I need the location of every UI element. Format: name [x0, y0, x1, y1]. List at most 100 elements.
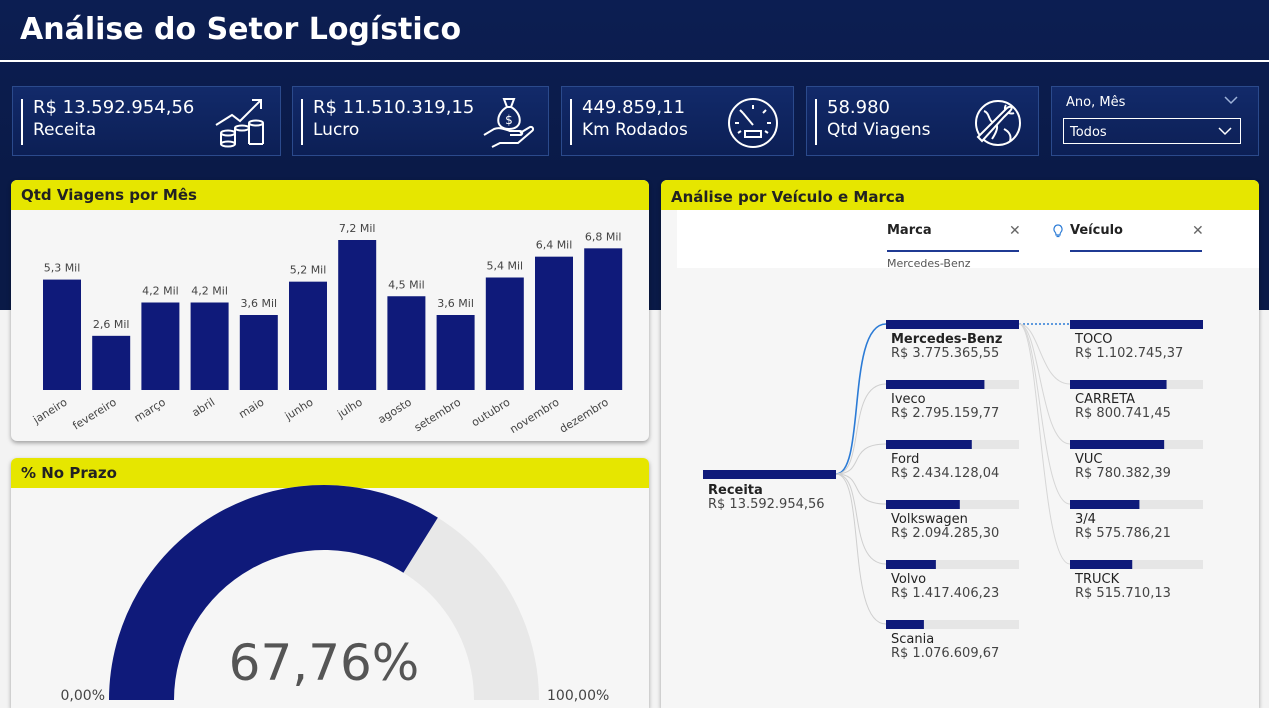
vehicle-node-value: R$ 1.102.745,37 — [1075, 346, 1183, 361]
bar[interactable] — [239, 315, 278, 390]
bar[interactable] — [190, 302, 229, 391]
vehicle-node-name: CARRETA — [1075, 392, 1135, 407]
gauge-chart: 67,76% 0,00% 100,00% — [61, 485, 609, 704]
gauge-max-label: 100,00% — [547, 688, 609, 704]
x-tick-label: abril — [190, 396, 218, 420]
kpi-accent-bar — [21, 99, 23, 145]
filter-selected-value: Todos — [1070, 125, 1107, 140]
brand-node-bar[interactable] — [886, 560, 936, 569]
globe-plane-icon — [975, 100, 1021, 146]
data-label: 3,6 Mil — [437, 297, 474, 310]
x-tick-label: fevereiro — [70, 395, 119, 432]
x-tick-label: novembro — [507, 395, 561, 436]
kpi-value: R$ 13.592.954,56 — [33, 97, 195, 118]
brand-node-bar[interactable] — [886, 500, 960, 509]
brand-node-value: R$ 3.775.365,55 — [891, 346, 999, 361]
bar[interactable] — [141, 302, 180, 391]
panel-no-prazo: % No Prazo 67,76% 0,00% 100,00% — [11, 458, 649, 708]
kpi-accent-bar — [815, 99, 817, 145]
data-label: 5,2 Mil — [290, 264, 327, 277]
bar[interactable] — [485, 277, 524, 391]
data-label: 4,2 Mil — [142, 285, 179, 298]
vehicle-node-value: R$ 780.382,39 — [1075, 466, 1171, 481]
chevron-down-icon[interactable] — [1224, 95, 1238, 105]
filter-dropdown[interactable]: Todos — [1063, 118, 1241, 144]
tree-connector — [835, 383, 887, 475]
bar[interactable] — [43, 279, 81, 390]
money-growth-icon — [215, 99, 264, 148]
gauge-value: 67,76% — [229, 634, 420, 692]
kpi-label: Qtd Viagens — [827, 120, 931, 140]
x-tick-label: outubro — [469, 395, 513, 429]
bar[interactable] — [535, 256, 573, 390]
brand-node-value: R$ 2.434.128,04 — [891, 466, 999, 481]
brand-node-bar[interactable] — [886, 620, 924, 629]
x-tick-label: setembro — [412, 395, 463, 434]
kpi-label: Receita — [33, 120, 97, 140]
bar[interactable] — [289, 281, 327, 390]
data-label: 3,6 Mil — [241, 297, 278, 310]
vehicle-node-bar[interactable] — [1070, 500, 1140, 509]
kpi-card-lucro: R$ 11.510.319,15 Lucro $ — [292, 86, 549, 156]
tree-root-value: R$ 13.592.954,56 — [708, 497, 825, 512]
money-bag-hand-icon: $ — [483, 98, 535, 148]
bar-chart: 5,3 Mil janeiro 2,6 Mil fevereiro 4,2 Mil mar… — [30, 222, 623, 436]
brand-node-name: Volkswagen — [891, 512, 968, 527]
x-tick-label: março — [132, 395, 168, 424]
brand-node-name: Volvo — [891, 572, 926, 587]
speedometer-icon — [728, 98, 778, 148]
panel-analise-veiculo-marca: Análise por Veículo e Marca Marca ✕ Merc… — [661, 180, 1259, 708]
vehicle-node-name: VUC — [1075, 452, 1103, 467]
bar[interactable] — [338, 240, 377, 390]
tree-connector — [835, 473, 887, 625]
kpi-accent-bar — [570, 99, 572, 145]
data-label: 6,4 Mil — [536, 239, 573, 252]
bar[interactable] — [436, 315, 475, 390]
brand-node-value: R$ 2.094.285,30 — [891, 526, 999, 541]
vehicle-node-bar[interactable] — [1070, 440, 1165, 449]
svg-text:$: $ — [505, 113, 513, 127]
brand-node-name: Mercedes-Benz — [891, 332, 1003, 347]
data-label: 4,5 Mil — [388, 278, 425, 291]
tree-connector — [835, 473, 887, 565]
brand-node-bar[interactable] — [886, 440, 972, 449]
bar[interactable] — [92, 335, 131, 390]
filter-ano-mes: Ano, Mês Todos — [1051, 86, 1259, 156]
brand-node-name: Ford — [891, 452, 919, 467]
chevron-down-icon — [1218, 127, 1232, 136]
brand-node-name: Scania — [891, 632, 934, 647]
vehicle-node-name: TOCO — [1074, 332, 1112, 347]
kpi-value: 58.980 — [827, 97, 890, 118]
data-label: 4,2 Mil — [191, 285, 228, 298]
x-tick-label: julho — [334, 395, 365, 421]
brand-node-value: R$ 2.795.159,77 — [891, 406, 999, 421]
vehicle-node-value: R$ 575.786,21 — [1075, 526, 1171, 541]
data-label: 5,3 Mil — [44, 262, 81, 275]
header: Análise do Setor Logístico — [0, 0, 1269, 62]
kpi-label: Km Rodados — [582, 120, 688, 140]
panel-viagens-por-mes: Qtd Viagens por Mês 5,3 Mil janeiro 2,6 Mi… — [11, 180, 649, 441]
vehicle-node-name: TRUCK — [1074, 572, 1120, 587]
decomposition-tree: ReceitaR$ 13.592.954,56 Mercedes-BenzR$ 3… — [703, 320, 1203, 661]
vehicle-node-bar[interactable] — [1070, 380, 1167, 389]
filter-label: Ano, Mês — [1066, 95, 1126, 110]
page-title: Análise do Setor Logístico — [20, 12, 462, 47]
bar[interactable] — [584, 248, 623, 390]
kpi-card-viagens: 58.980 Qtd Viagens — [806, 86, 1039, 156]
kpi-value: R$ 11.510.319,15 — [313, 97, 475, 118]
kpi-accent-bar — [301, 99, 303, 145]
tree-connector — [1018, 323, 1071, 445]
tree-connector — [835, 323, 887, 475]
tree-root-bar[interactable] — [703, 470, 836, 479]
gauge-min-label: 0,00% — [61, 688, 105, 704]
brand-node-bar[interactable] — [886, 380, 985, 389]
data-label: 5,4 Mil — [487, 260, 524, 273]
brand-node-bar[interactable] — [886, 320, 1019, 329]
vehicle-node-name: 3/4 — [1075, 512, 1096, 527]
bar[interactable] — [387, 296, 426, 390]
vehicle-node-value: R$ 800.741,45 — [1075, 406, 1171, 421]
vehicle-node-bar[interactable] — [1070, 320, 1203, 329]
brand-node-value: R$ 1.417.406,23 — [891, 586, 999, 601]
vehicle-node-bar[interactable] — [1070, 560, 1133, 569]
x-tick-label: janeiro — [30, 395, 70, 427]
